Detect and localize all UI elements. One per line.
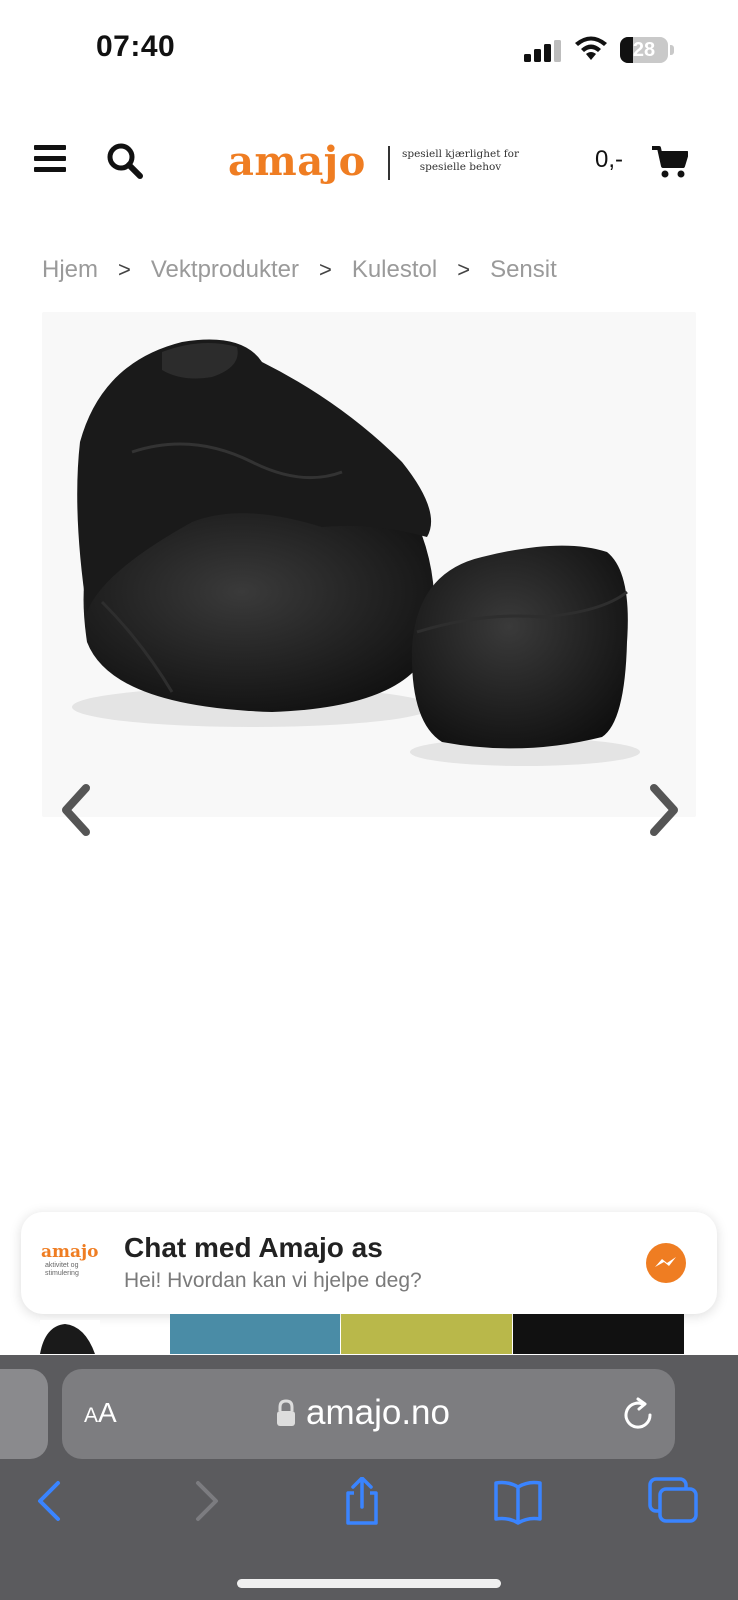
share-icon[interactable] (336, 1477, 388, 1525)
messenger-icon[interactable] (645, 1242, 687, 1284)
previous-tab-preview[interactable] (0, 1369, 48, 1459)
breadcrumb: Hjem > Vektprodukter > Kulestol > Sensit (42, 252, 702, 288)
color-swatch-black[interactable] (513, 1314, 684, 1354)
hamburger-menu-icon[interactable] (34, 145, 66, 173)
breadcrumb-chevron-icon: > (118, 257, 131, 282)
breadcrumb-home[interactable]: Hjem (42, 256, 98, 284)
forward-arrow-icon[interactable] (180, 1477, 232, 1525)
logo-divider (388, 146, 390, 180)
chat-subtitle: Hei! Hvordan kan vi hjelpe deg? (124, 1269, 422, 1292)
thumbnail-chair[interactable] (40, 1320, 100, 1354)
back-arrow-icon[interactable] (24, 1477, 76, 1525)
url-text[interactable]: amajo.no (306, 1393, 450, 1433)
next-image-arrow-icon[interactable] (644, 782, 684, 838)
color-swatch-yellow[interactable] (341, 1314, 512, 1354)
breadcrumb-sensit: Sensit (490, 256, 557, 283)
status-time: 07:40 (96, 30, 176, 63)
battery-icon: 28 (620, 37, 674, 63)
bookmarks-icon[interactable] (492, 1477, 544, 1525)
logo-tagline: spesiell kjærlighet for spesielle behov (401, 148, 520, 173)
bean-bag-chair-illustration (72, 339, 640, 766)
reader-settings-button[interactable]: AA (84, 1397, 117, 1429)
cart-total[interactable]: 0,- (595, 146, 623, 174)
breadcrumb-chevron-icon: > (318, 257, 332, 282)
thumbnail-strip (0, 1314, 738, 1354)
reload-icon[interactable] (620, 1397, 656, 1433)
product-image[interactable] (42, 312, 696, 817)
tabs-icon[interactable] (648, 1477, 700, 1525)
home-indicator[interactable] (237, 1579, 501, 1588)
cellular-signal-icon (524, 40, 561, 62)
breadcrumb-kulestol[interactable]: Kulestol (352, 256, 437, 284)
breadcrumb-vektprodukter[interactable]: Vektprodukter (151, 256, 299, 284)
chat-title: Chat med Amajo as (124, 1232, 383, 1263)
logo-wordmark: amajo (228, 138, 366, 185)
status-bar: 07:40 28 (0, 0, 738, 100)
previous-image-arrow-icon[interactable] (56, 782, 96, 838)
chat-banner[interactable]: amajo aktivitet og stimulering Chat med … (21, 1212, 717, 1314)
address-bar[interactable]: AA amajo.no (62, 1369, 675, 1459)
color-swatch-blue[interactable] (170, 1314, 340, 1354)
search-icon[interactable] (106, 142, 144, 180)
breadcrumb-chevron-icon: > (457, 257, 471, 282)
safari-toolbar: AA amajo.no (0, 1355, 738, 1600)
chat-amajo-logo: amajo aktivitet og stimulering (41, 1242, 111, 1282)
battery-level: 28 (632, 39, 656, 61)
chat-logo-wordmark: amajo (41, 1242, 99, 1262)
wifi-icon (575, 36, 607, 60)
shopping-cart-icon[interactable] (652, 146, 688, 178)
lock-icon (277, 1399, 295, 1426)
chat-logo-tagline: aktivitet og stimulering (45, 1262, 79, 1277)
site-header: amajo spesiell kjærlighet for spesielle … (0, 120, 738, 210)
amajo-logo[interactable]: amajo spesiell kjærlighet for spesielle … (228, 134, 528, 190)
